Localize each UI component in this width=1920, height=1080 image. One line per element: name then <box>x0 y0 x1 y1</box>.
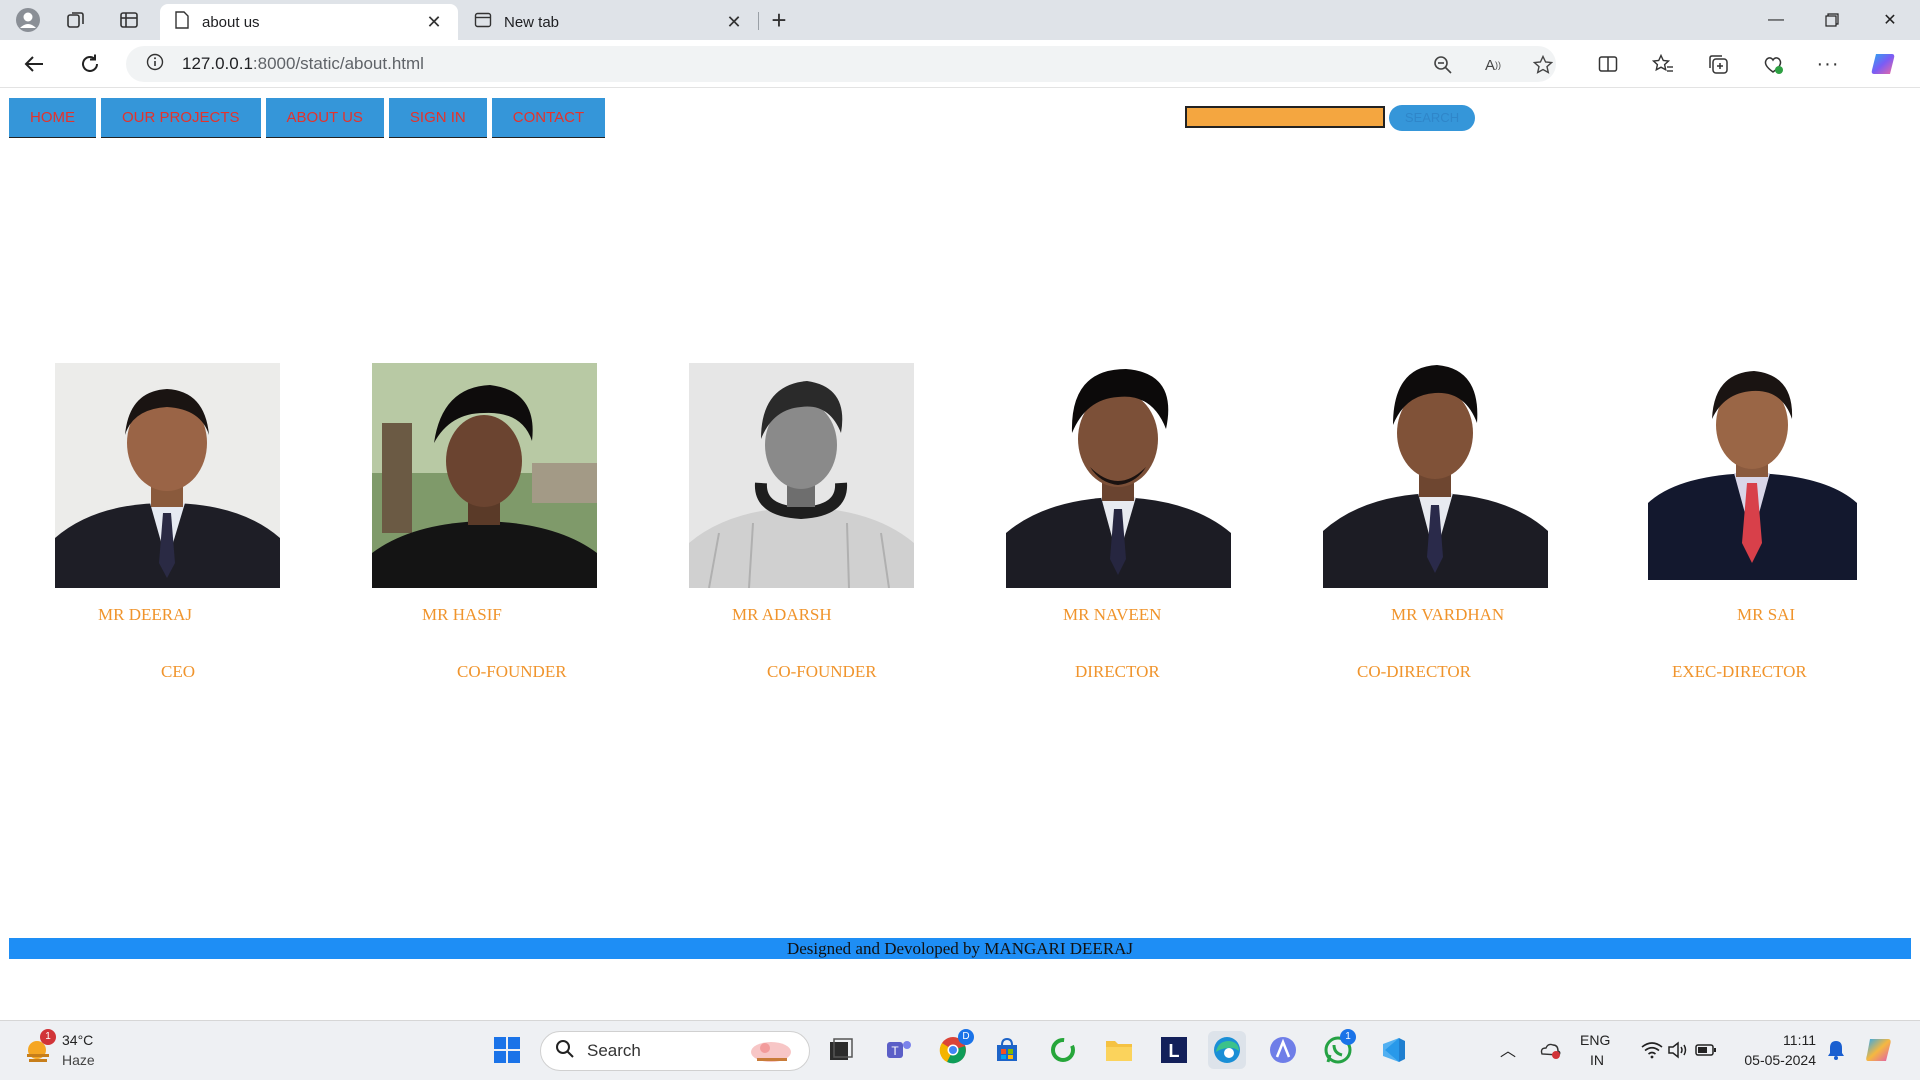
wifi-icon[interactable] <box>1640 1031 1664 1069</box>
site-navbar: HOME OUR PROJECTS ABOUT US SIGN IN CONTA… <box>9 98 610 138</box>
search-input[interactable] <box>1185 106 1385 128</box>
member-photo <box>1323 363 1548 588</box>
collections-icon[interactable] <box>1704 50 1732 78</box>
arc-app-icon[interactable] <box>1264 1031 1302 1069</box>
tab-actions-icon[interactable] <box>115 6 143 34</box>
url-path: :8000/static/about.html <box>252 54 424 73</box>
address-bar[interactable]: 127.0.0.1:8000/static/about.html A)) <box>126 46 1556 82</box>
favorites-icon[interactable] <box>1649 50 1677 78</box>
copilot-preview-icon[interactable] <box>1860 1031 1898 1069</box>
member-role: CO-DIRECTOR <box>1357 662 1471 681</box>
search-button[interactable]: SEARCH <box>1389 105 1475 131</box>
zoom-out-icon[interactable] <box>1432 54 1454 76</box>
member-photo <box>1006 363 1231 588</box>
taskbar-search-label: Search <box>587 1041 641 1060</box>
member-photo <box>1648 363 1857 580</box>
svg-text:T: T <box>891 1044 899 1058</box>
sync-app-icon[interactable] <box>1044 1031 1082 1069</box>
page-icon <box>174 11 190 33</box>
nav-sign-in-link[interactable]: SIGN IN <box>388 98 487 138</box>
vscode-icon[interactable] <box>1374 1031 1412 1069</box>
member-photo <box>689 363 914 588</box>
nav-home-link[interactable]: HOME <box>9 98 96 138</box>
task-view-icon[interactable] <box>822 1031 860 1069</box>
l-app-icon[interactable]: L <box>1155 1031 1193 1069</box>
tab-title: New tab <box>504 13 560 31</box>
workspaces-icon[interactable] <box>62 6 90 34</box>
member-role: CEO <box>161 662 195 681</box>
weather-condition: Haze <box>62 1052 95 1068</box>
site-footer: Designed and Devoloped by MANGARI DEERAJ <box>9 938 1911 959</box>
member-photo <box>55 363 280 588</box>
search-highlight-icon <box>749 1038 795 1069</box>
tab-about-us[interactable]: about us ✕ <box>160 4 458 40</box>
url-host: 127.0.0.1 <box>182 54 253 73</box>
clock-date[interactable]: 05-05-2024 <box>1738 1052 1816 1068</box>
windows-taskbar: 1 34°C Haze Search T D L 1 ︿ ENG IN 11:1… <box>0 1020 1920 1080</box>
refresh-button[interactable] <box>74 48 106 80</box>
whatsapp-badge: 1 <box>1340 1029 1356 1045</box>
favorite-star-icon[interactable] <box>1532 54 1554 76</box>
weather-badge: 1 <box>40 1029 56 1045</box>
copilot-icon[interactable] <box>1870 50 1898 78</box>
member-role: CO-FOUNDER <box>767 662 877 681</box>
microsoft-store-icon[interactable] <box>988 1031 1026 1069</box>
profile-icon[interactable] <box>14 6 42 34</box>
nav-our-projects-link[interactable]: OUR PROJECTS <box>101 98 261 138</box>
onedrive-icon[interactable] <box>1536 1031 1564 1069</box>
notifications-bell-icon[interactable] <box>1822 1031 1850 1069</box>
member-name: MR ADARSH <box>732 605 832 624</box>
member-role: DIRECTOR <box>1075 662 1160 681</box>
member-role: CO-FOUNDER <box>457 662 567 681</box>
weather-temp: 34°C <box>62 1032 94 1048</box>
tab-separator <box>758 12 759 30</box>
member-role: EXEC-DIRECTOR <box>1672 662 1807 681</box>
browser-toolbar: 127.0.0.1:8000/static/about.html A)) ··· <box>0 40 1920 88</box>
browser-essentials-icon[interactable] <box>1759 50 1787 78</box>
windows-start-icon[interactable] <box>488 1031 526 1069</box>
info-icon[interactable] <box>146 53 164 76</box>
volume-icon[interactable] <box>1666 1031 1690 1069</box>
split-screen-icon[interactable] <box>1594 50 1622 78</box>
file-explorer-icon[interactable] <box>1100 1031 1138 1069</box>
svg-text:L: L <box>1169 1041 1180 1061</box>
nav-about-us-link[interactable]: ABOUT US <box>265 98 384 138</box>
teams-icon[interactable]: T <box>880 1031 918 1069</box>
read-aloud-icon[interactable]: A)) <box>1482 54 1504 76</box>
restore-button[interactable] <box>1804 0 1860 40</box>
edge-icon[interactable] <box>1208 1031 1246 1069</box>
more-menu-icon[interactable]: ··· <box>1814 50 1842 78</box>
close-window-button[interactable]: ✕ <box>1862 0 1918 40</box>
close-icon[interactable]: ✕ <box>424 12 444 33</box>
chrome-profile-badge: D <box>958 1029 974 1045</box>
show-hidden-icons-chevron-icon[interactable]: ︿ <box>1500 1037 1516 1061</box>
new-tab-page-icon <box>474 11 492 33</box>
clock-time[interactable]: 11:11 <box>1738 1032 1816 1048</box>
tab-new-tab[interactable]: New tab ✕ <box>460 4 758 40</box>
page-viewport: HOME OUR PROJECTS ABOUT US SIGN IN CONTA… <box>0 89 1920 1020</box>
battery-icon[interactable] <box>1694 1031 1718 1069</box>
taskbar-search[interactable]: Search <box>540 1031 810 1071</box>
tab-title: about us <box>202 13 260 31</box>
language-label[interactable]: ENG <box>1580 1032 1610 1048</box>
member-name: MR NAVEEN <box>1063 605 1162 624</box>
close-icon[interactable]: ✕ <box>724 12 744 33</box>
member-name: MR VARDHAN <box>1391 605 1505 624</box>
search-icon <box>555 1039 575 1064</box>
minimize-button[interactable]: — <box>1748 0 1804 40</box>
region-label[interactable]: IN <box>1590 1052 1604 1068</box>
tab-strip: about us ✕ New tab ✕ + — ✕ <box>0 0 1920 40</box>
member-name: MR HASIF <box>422 605 502 624</box>
member-name: MR DEERAJ <box>98 605 192 624</box>
member-photo <box>372 363 597 588</box>
nav-contact-link[interactable]: CONTACT <box>491 98 606 138</box>
back-button[interactable] <box>18 48 50 80</box>
new-tab-button[interactable]: + <box>765 5 793 35</box>
member-name: MR SAI <box>1737 605 1796 624</box>
